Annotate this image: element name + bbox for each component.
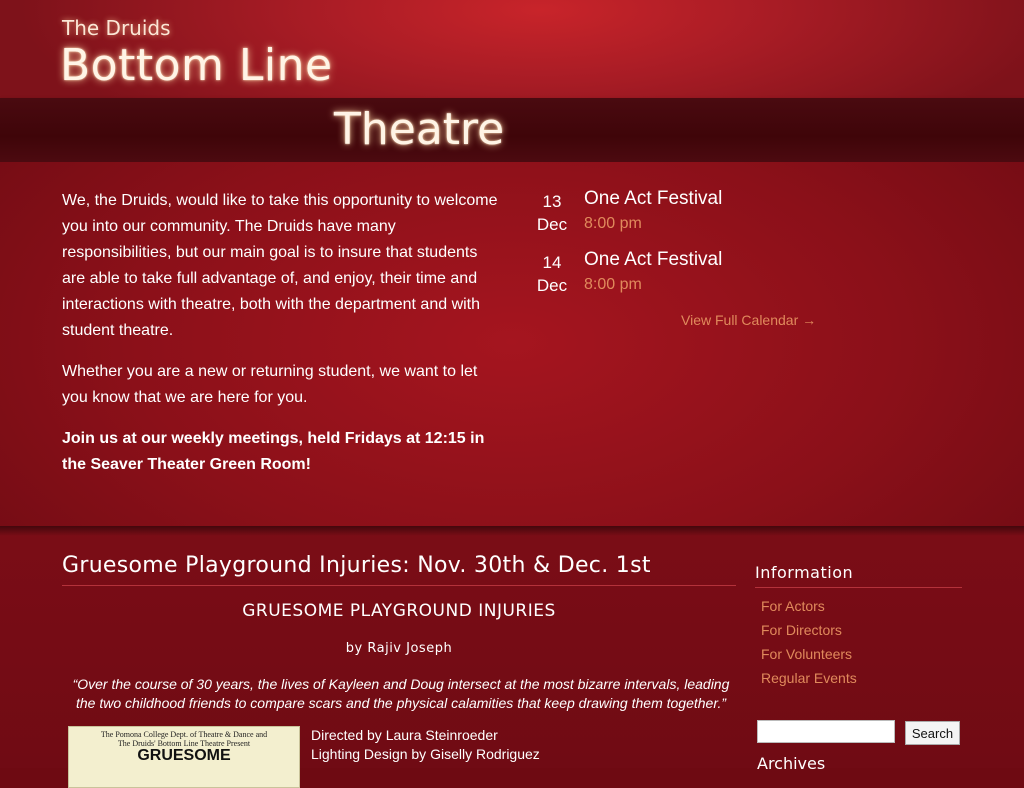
event-day: 14 <box>542 253 562 272</box>
title-band <box>0 98 1024 162</box>
sidebar-link-for-directors[interactable]: For Directors <box>761 622 842 638</box>
intro-paragraph: Whether you are a new or returning stude… <box>62 363 478 406</box>
event-item[interactable]: 13 Dec One Act Festival 8:00 pm <box>532 188 822 249</box>
play-credits: Directed by Laura Steinroeder Lighting D… <box>311 726 540 764</box>
list-item: For Directors <box>761 620 857 644</box>
sidebar-link-regular-events[interactable]: Regular Events <box>761 670 857 686</box>
list-item: For Actors <box>761 596 857 620</box>
search-input[interactable] <box>757 720 895 743</box>
post-divider <box>62 585 736 586</box>
sidebar-links: For Actors For Directors For Volunteers … <box>761 596 857 692</box>
event-item[interactable]: 14 Dec One Act Festival 8:00 pm <box>532 249 822 310</box>
sidebar-information-heading: Information <box>755 563 854 582</box>
list-item: Regular Events <box>761 668 857 692</box>
poster-title: GRUESOME <box>137 747 231 764</box>
event-time: 8:00 pm <box>584 276 642 293</box>
poster-caption: The Pomona College Dept. of Theatre & Da… <box>69 730 299 748</box>
divider <box>0 526 1024 536</box>
sidebar-divider <box>755 587 962 588</box>
sidebar-link-for-volunteers[interactable]: For Volunteers <box>761 646 852 662</box>
event-day: 13 <box>542 192 562 211</box>
list-item: For Volunteers <box>761 644 857 668</box>
play-quote: “Over the course of 30 years, the lives … <box>72 676 730 711</box>
sidebar-archives-heading: Archives <box>757 754 826 773</box>
search-button[interactable]: Search <box>905 721 960 745</box>
sidebar-link-for-actors[interactable]: For Actors <box>761 598 825 614</box>
play-author: by Rajiv Joseph <box>345 641 453 656</box>
event-time: 8:00 pm <box>584 215 642 232</box>
event-title[interactable]: One Act Festival <box>584 188 722 210</box>
view-full-calendar-link[interactable]: View Full Calendar → <box>681 312 816 328</box>
event-title[interactable]: One Act Festival <box>584 249 722 271</box>
site-logo-small[interactable]: The Druids <box>62 16 171 40</box>
site-logo-theatre[interactable]: Theatre <box>334 104 504 155</box>
intro-text: We, the Druids, would like to take this … <box>62 188 502 493</box>
event-month: Dec <box>536 276 568 295</box>
play-title: GRUESOME PLAYGROUND INJURIES <box>242 601 556 621</box>
upcoming-events: 13 Dec One Act Festival 8:00 pm 14 Dec O… <box>532 188 822 310</box>
meeting-notice: Join us at our weekly meetings, held Fri… <box>62 430 485 473</box>
poster-caption-line: The Pomona College Dept. of Theatre & Da… <box>100 730 268 739</box>
site-logo[interactable]: Bottom Line <box>60 40 333 91</box>
play-poster-image[interactable]: The Pomona College Dept. of Theatre & Da… <box>68 726 300 788</box>
credit-line: Lighting Design by Giselly Rodriguez <box>311 746 540 762</box>
intro-paragraph: We, the Druids, would like to take this … <box>62 192 498 339</box>
credit-line: Directed by Laura Steinroeder <box>311 727 498 743</box>
post-title[interactable]: Gruesome Playground Injuries: Nov. 30th … <box>62 553 651 578</box>
event-date: 13 Dec <box>532 190 572 236</box>
event-date: 14 Dec <box>532 251 572 297</box>
event-month: Dec <box>536 215 568 234</box>
